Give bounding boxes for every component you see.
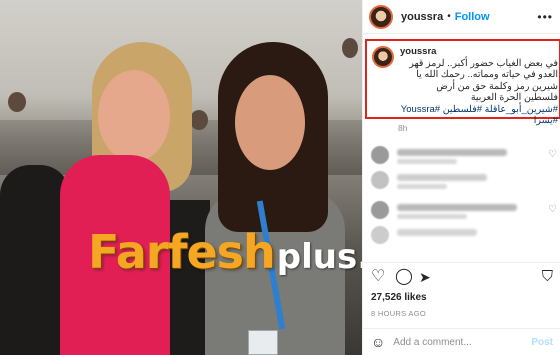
background-person (8, 92, 26, 112)
caption-hashtags[interactable]: #شيرين_أبو_عاقلة #فلسطين #Youssra #يسرا (400, 104, 558, 127)
post-header: youssra • Follow ••• (363, 0, 560, 34)
bookmark-icon[interactable]: ⛉ (542, 269, 553, 285)
blurred-comment-meta (397, 214, 467, 219)
blurred-comment-text (397, 204, 517, 211)
blurred-comment-meta (397, 159, 457, 164)
caption-text: في بعض الغياب حضور أكبر.. لرمز قهر العدو… (409, 57, 558, 104)
background-person (190, 110, 208, 130)
likes-count[interactable]: 27,526 likes (371, 292, 427, 303)
post-side-panel: youssra • Follow ••• youssra في بعض الغي… (362, 0, 560, 355)
blurred-comment-text (397, 229, 477, 236)
comment-blurred: ♡ (371, 145, 557, 167)
commenter-avatar (371, 171, 389, 189)
heart-icon[interactable]: ♡ (548, 149, 557, 160)
caption-time: 8h (398, 123, 408, 133)
comment-icon[interactable]: ◯ (395, 269, 413, 285)
background-person (342, 38, 358, 58)
watermark-suffix: plus.com (276, 237, 362, 277)
blurred-comment-meta (397, 184, 447, 189)
right-woman-face (235, 75, 305, 170)
caption-username[interactable]: youssra (400, 46, 436, 57)
heart-icon[interactable]: ♡ (371, 269, 385, 285)
action-bar: ♡ ◯ ➤ ⛉ (363, 262, 560, 290)
commenter-avatar (371, 146, 389, 164)
avatar[interactable] (369, 4, 393, 29)
watermark: Farfesh plus.com (0, 225, 362, 285)
watermark-brand: Farfesh (88, 225, 276, 279)
post-time: 8 HOURS AGO (371, 309, 426, 318)
comment-input[interactable] (393, 336, 524, 348)
heart-icon[interactable]: ♡ (548, 204, 557, 215)
post-photo[interactable]: Farfesh plus.com (0, 0, 362, 355)
separator-dot: • (447, 11, 451, 22)
comment-blurred (371, 170, 557, 192)
ellipsis-icon[interactable]: ••• (537, 10, 553, 24)
add-comment-bar: ☺ Post (363, 328, 560, 355)
comment-blurred (371, 225, 557, 247)
left-woman-face (98, 70, 170, 162)
follow-button[interactable]: Follow (455, 11, 490, 23)
instagram-post: Farfesh plus.com youssra • Follow ••• yo… (0, 0, 560, 355)
caption-avatar[interactable] (372, 46, 394, 68)
comment-blurred: ♡ (371, 200, 557, 222)
blurred-comment-text (397, 174, 487, 181)
smile-icon[interactable]: ☺ (371, 334, 385, 350)
header-username[interactable]: youssra (401, 11, 443, 23)
commenter-avatar (371, 226, 389, 244)
post-button[interactable]: Post (531, 337, 553, 348)
caption-highlight: youssra في بعض الغياب حضور أكبر.. لرمز ق… (365, 39, 560, 126)
caption: youssra في بعض الغياب حضور أكبر.. لرمز ق… (400, 46, 558, 127)
blurred-comment-text (397, 149, 507, 156)
id-badge (248, 330, 278, 355)
share-icon[interactable]: ➤ (419, 269, 431, 285)
commenter-avatar (371, 201, 389, 219)
